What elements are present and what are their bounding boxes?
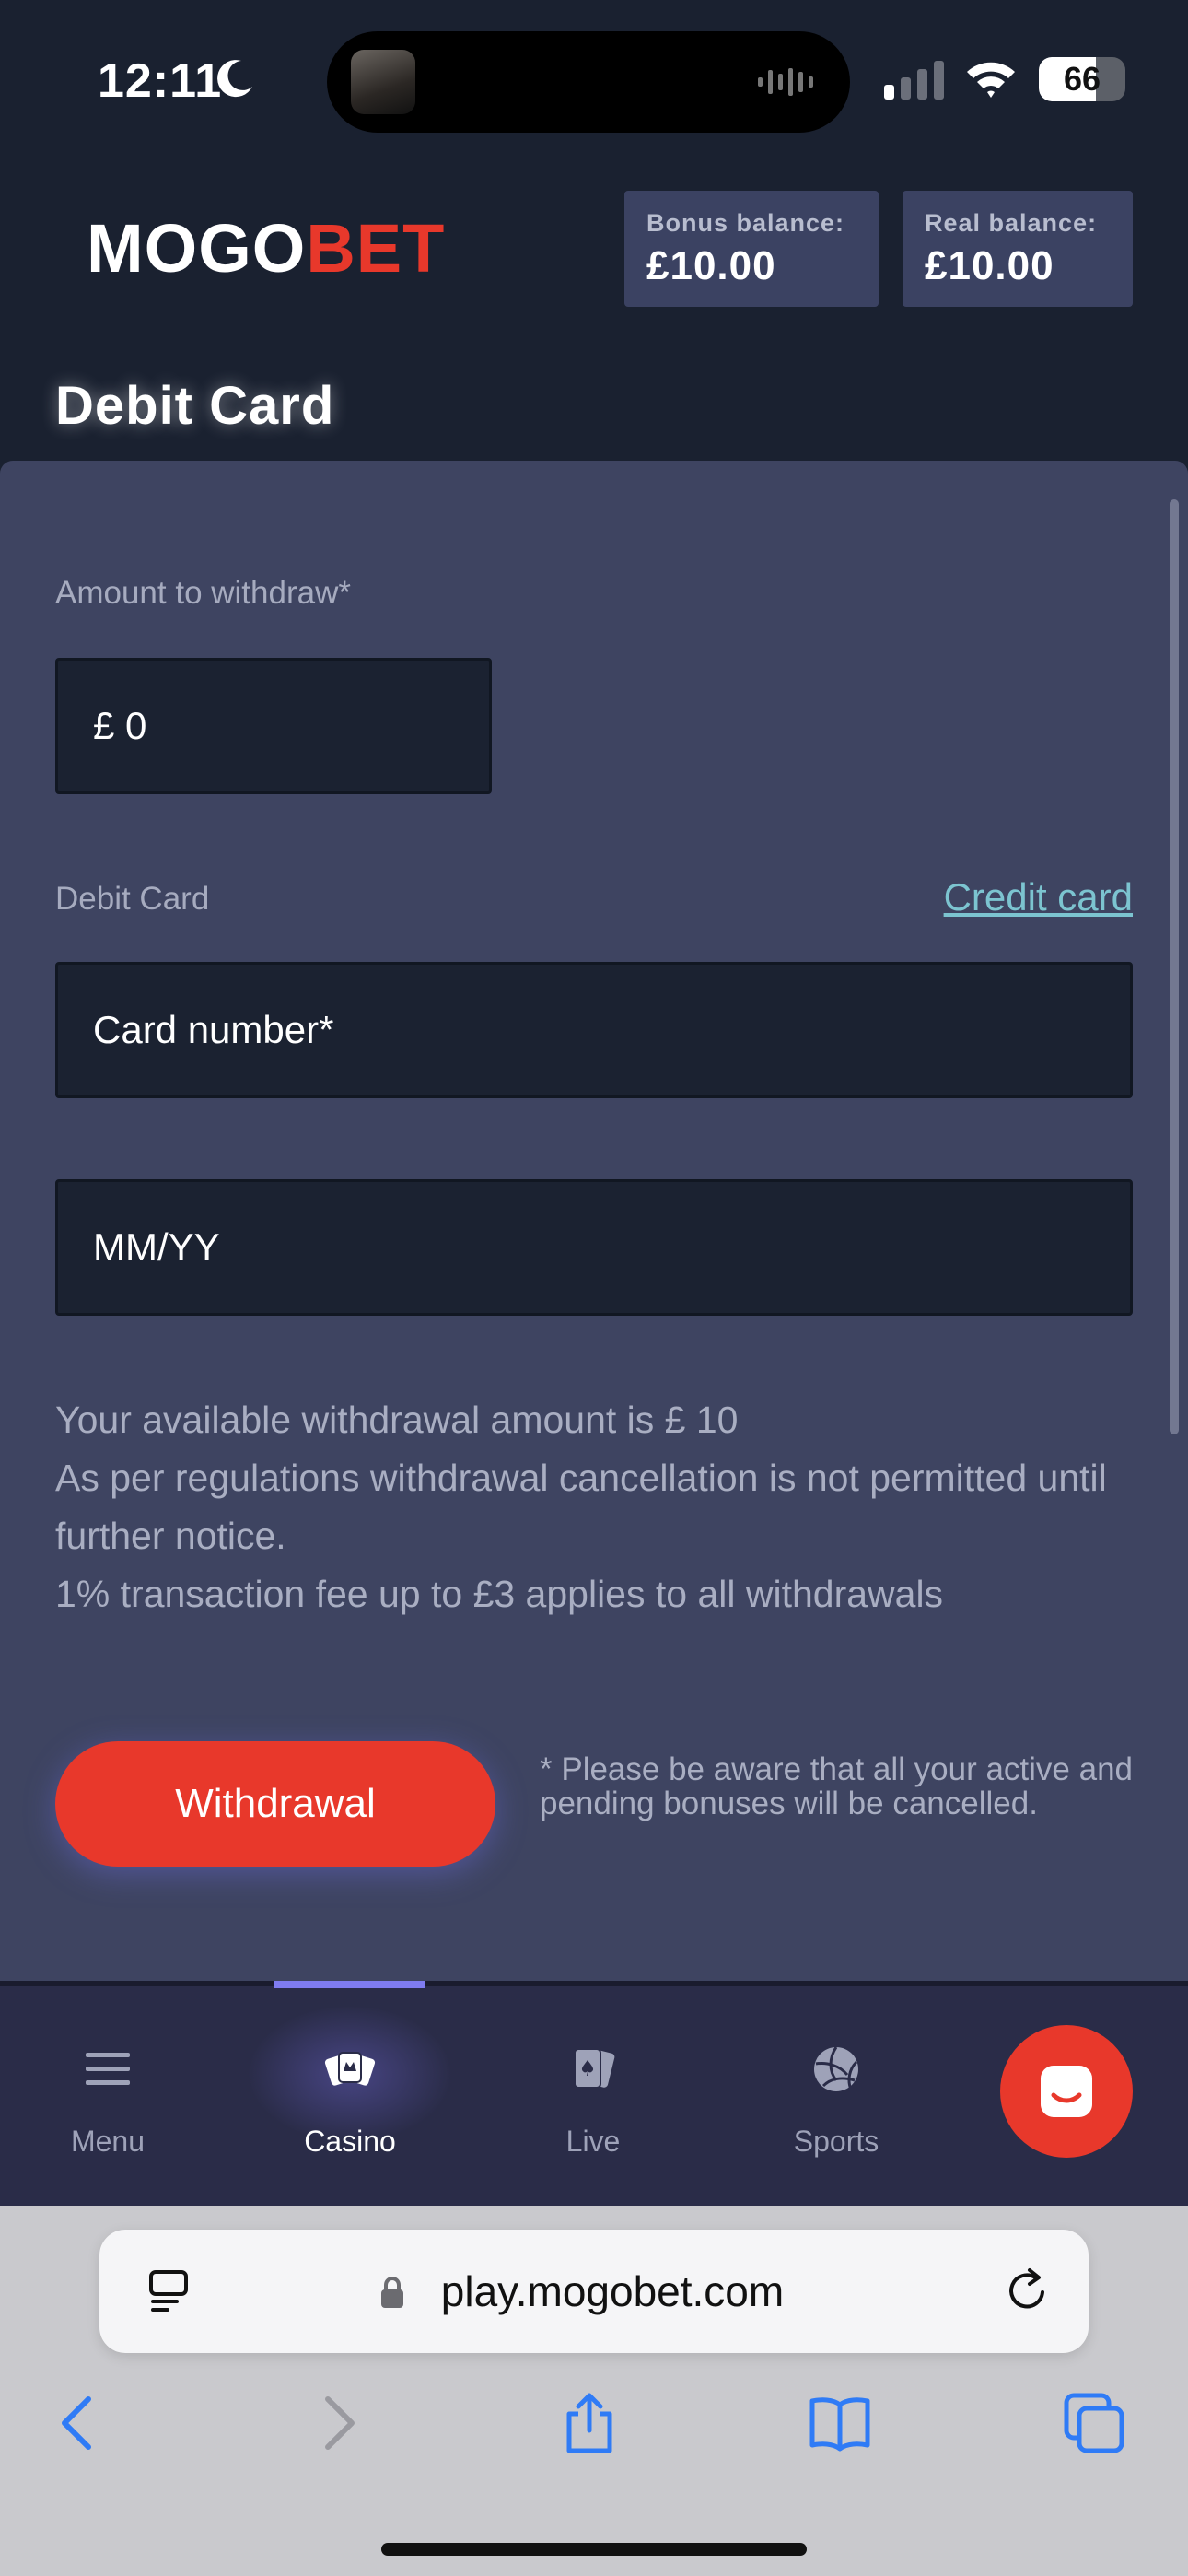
nav-label-casino: Casino xyxy=(304,2125,396,2158)
withdrawal-info: Your available withdrawal amount is £ 10… xyxy=(55,1391,1142,1623)
dynamic-island[interactable] xyxy=(327,31,850,133)
page-title: Debit Card xyxy=(55,376,335,436)
live-cards-icon xyxy=(574,2048,615,2089)
withdrawal-button[interactable]: Withdrawal xyxy=(55,1741,495,1867)
nav-label-menu: Menu xyxy=(70,2125,146,2158)
scrollbar[interactable] xyxy=(1170,499,1179,1434)
moon-icon xyxy=(217,60,252,98)
available-amount-text: Your available withdrawal amount is £ 10 xyxy=(55,1399,739,1441)
now-playing-artwork xyxy=(351,50,415,114)
tabs-icon[interactable] xyxy=(1061,2390,1127,2456)
menu-icon xyxy=(86,2053,130,2085)
amount-input[interactable]: £ 0 xyxy=(55,658,492,794)
real-balance-value: £10.00 xyxy=(925,243,1054,288)
nav-item-sports[interactable]: Sports xyxy=(730,1986,942,2206)
url-text: play.mogobet.com xyxy=(440,2267,785,2315)
share-icon[interactable] xyxy=(556,2390,623,2456)
bonus-balance-label: Bonus balance: xyxy=(646,209,845,237)
casino-icon xyxy=(324,2052,376,2086)
chat-button[interactable] xyxy=(1000,2025,1133,2158)
wifi-icon xyxy=(967,62,1015,98)
withdrawal-form-panel: Amount to withdraw* £ 0 Debit Card Credi… xyxy=(0,461,1188,1981)
nav-item-live[interactable]: Live xyxy=(487,1986,699,2206)
nav-item-menu[interactable]: Menu xyxy=(2,1986,214,2206)
card-type-label: Debit Card xyxy=(55,881,210,917)
reload-icon[interactable] xyxy=(1004,2266,1052,2314)
address-bar[interactable]: play.mogobet.com xyxy=(99,2230,1089,2353)
signal-icon xyxy=(884,61,944,100)
amount-input-value: £ 0 xyxy=(93,704,147,747)
nav-label-sports: Sports xyxy=(793,2125,879,2158)
card-number-input[interactable]: Card number* xyxy=(55,962,1133,1098)
expiry-placeholder: MM/YY xyxy=(93,1225,220,1269)
waveform-icon xyxy=(758,68,813,96)
bonus-warning-note: * Please be aware that all your active a… xyxy=(540,1751,1133,1821)
regulation-text: As per regulations withdrawal cancellati… xyxy=(55,1457,1107,1557)
bottom-nav: Menu Casino Live Sports xyxy=(0,1981,1188,2206)
status-bar: 12:11 66 xyxy=(0,0,1188,161)
chat-icon xyxy=(1041,2066,1092,2117)
bookmarks-icon[interactable] xyxy=(807,2390,873,2456)
real-balance-label: Real balance: xyxy=(925,209,1098,237)
logo-text-bet: BET xyxy=(306,210,446,287)
site-header: MOGOBET Bonus balance: £10.00 Real balan… xyxy=(0,161,1188,461)
bonus-balance-value: £10.00 xyxy=(646,243,776,288)
expiry-input[interactable]: MM/YY xyxy=(55,1179,1133,1316)
browser-toolbar: play.mogobet.com xyxy=(0,2206,1188,2576)
battery-percent: 66 xyxy=(1063,60,1101,98)
battery-icon: 66 xyxy=(1039,57,1125,101)
bonus-balance-box[interactable]: Bonus balance: £10.00 xyxy=(624,191,879,307)
sports-ball-icon xyxy=(814,2046,858,2091)
nav-label-live: Live xyxy=(565,2125,621,2158)
amount-label: Amount to withdraw* xyxy=(55,575,351,611)
nav-item-casino[interactable]: Casino xyxy=(244,1986,456,2206)
mogobet-logo[interactable]: MOGOBET xyxy=(87,209,445,287)
home-indicator[interactable] xyxy=(381,2543,807,2556)
back-icon[interactable] xyxy=(46,2390,112,2456)
fee-text: 1% transaction fee up to £3 applies to a… xyxy=(55,1573,944,1615)
forward-icon[interactable] xyxy=(304,2390,370,2456)
card-number-placeholder: Card number* xyxy=(93,1008,334,1051)
status-time: 12:11 xyxy=(98,54,223,108)
credit-card-link[interactable]: Credit card xyxy=(944,875,1133,919)
real-balance-box[interactable]: Real balance: £10.00 xyxy=(903,191,1133,307)
logo-text-mogo: MOGO xyxy=(87,210,307,287)
